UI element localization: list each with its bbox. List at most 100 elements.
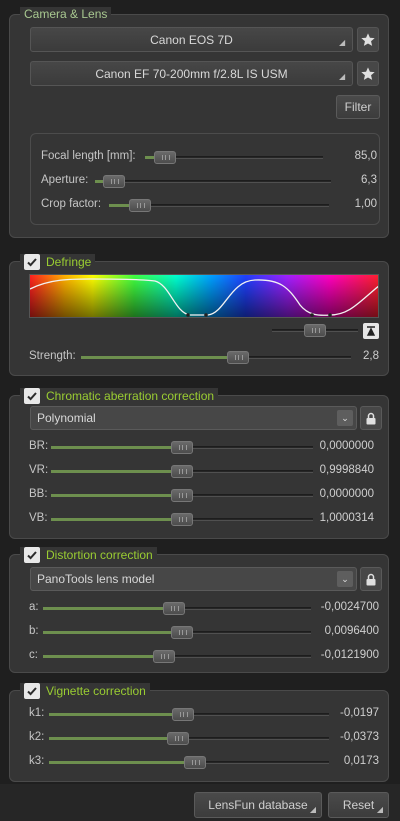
chromatic-panel: Chromatic aberration correction Polynomi… bbox=[9, 388, 389, 539]
lensfun-database-label: LensFun database bbox=[208, 798, 308, 812]
defringe-reset-icon[interactable] bbox=[363, 323, 379, 339]
vig-k3-slider[interactable] bbox=[49, 756, 329, 769]
defringe-threshold-slider[interactable] bbox=[272, 324, 358, 337]
focal-length-row: Focal length [mm]: 85,0 bbox=[41, 147, 377, 167]
ca-bb-slider[interactable] bbox=[51, 489, 313, 502]
dist-b-label: b: bbox=[29, 625, 39, 637]
dist-c-slider-thumb[interactable] bbox=[152, 650, 175, 663]
vig-k1-label: k1: bbox=[29, 707, 45, 719]
camera-lens-title-text: Camera & Lens bbox=[24, 7, 108, 21]
chromatic-checkbox[interactable] bbox=[24, 388, 40, 404]
strength-fill bbox=[81, 356, 227, 359]
distortion-model-select[interactable]: PanoTools lens model ⌄ bbox=[30, 567, 357, 591]
aperture-slider-thumb[interactable] bbox=[102, 175, 125, 188]
ca-br-slider[interactable] bbox=[51, 441, 313, 454]
vig-k3-fill bbox=[49, 761, 184, 764]
chromatic-model-value: Polynomial bbox=[37, 411, 96, 425]
distortion-checkbox[interactable] bbox=[24, 547, 40, 563]
lens-select-value: Canon EF 70-200mm f/2.8L IS USM bbox=[95, 66, 288, 81]
camera-favorite-star-icon[interactable] bbox=[357, 27, 379, 52]
camera-select-value: Canon EOS 7D bbox=[150, 32, 233, 47]
crop-factor-row: Crop factor: 1,00 bbox=[41, 195, 377, 215]
lensfun-database-button[interactable]: LensFun database ◢ bbox=[194, 792, 322, 818]
dist-b-slider-thumb[interactable] bbox=[171, 626, 194, 639]
reset-arrow-icon: ◢ bbox=[376, 805, 383, 814]
lens-params-box: Focal length [mm]: 85,0 Aperture: 6,3 Cr… bbox=[30, 133, 380, 225]
vig-k1-value: -0,0197 bbox=[339, 707, 379, 719]
dist-a-fill bbox=[43, 607, 164, 610]
footer-bar: LensFun database ◢ Reset ◢ bbox=[0, 784, 400, 821]
reset-label: Reset bbox=[342, 798, 375, 812]
ca-vb-slider-thumb[interactable] bbox=[171, 513, 193, 526]
ca-bb-row: BB: 0,0000000 bbox=[29, 485, 374, 505]
focal-length-label: Focal length [mm]: bbox=[41, 150, 136, 162]
defringe-checkbox[interactable] bbox=[24, 254, 40, 270]
vig-k2-slider[interactable] bbox=[49, 732, 329, 745]
aperture-slider[interactable] bbox=[95, 175, 331, 188]
aperture-fill bbox=[95, 180, 103, 183]
dist-c-fill bbox=[43, 655, 153, 658]
focal-length-slider-thumb[interactable] bbox=[153, 151, 176, 164]
defringe-panel: Defringe Strength: 2,8 bbox=[9, 254, 389, 376]
vig-k2-label: k2: bbox=[29, 731, 45, 743]
ca-vr-fill bbox=[51, 470, 171, 473]
dist-a-slider[interactable] bbox=[43, 602, 311, 615]
check-icon bbox=[27, 392, 37, 401]
ca-vr-label: VR: bbox=[29, 464, 49, 476]
crop-factor-slider[interactable] bbox=[109, 199, 329, 212]
ca-vb-value: 1,0000314 bbox=[319, 512, 374, 524]
vignette-title-text: Vignette correction bbox=[46, 684, 146, 698]
filter-button[interactable]: Filter bbox=[336, 95, 380, 119]
dist-c-value: -0,0121900 bbox=[320, 649, 379, 661]
ca-vr-slider[interactable] bbox=[51, 465, 313, 478]
crop-factor-slider-thumb[interactable] bbox=[128, 199, 151, 212]
vig-k1-slider[interactable] bbox=[49, 708, 329, 721]
vig-k2-row: k2: -0,0373 bbox=[29, 728, 379, 748]
ca-vb-slider[interactable] bbox=[51, 513, 313, 526]
vig-k3-label: k3: bbox=[29, 755, 45, 767]
vig-k3-slider-thumb[interactable] bbox=[183, 756, 206, 769]
strength-slider-thumb[interactable] bbox=[226, 351, 249, 364]
dist-c-row: c: -0,0121900 bbox=[29, 646, 379, 666]
ca-br-value: 0,0000000 bbox=[319, 440, 374, 452]
ca-vr-slider-thumb[interactable] bbox=[171, 465, 193, 478]
lens-select[interactable]: Canon EF 70-200mm f/2.8L IS USM ◢ bbox=[30, 61, 353, 86]
distortion-panel: Distortion correction PanoTools lens mod… bbox=[9, 547, 389, 673]
dist-b-slider[interactable] bbox=[43, 626, 311, 639]
ca-bb-value: 0,0000000 bbox=[319, 488, 374, 500]
camera-select[interactable]: Canon EOS 7D ◢ bbox=[30, 27, 353, 52]
strength-label: Strength: bbox=[29, 350, 76, 362]
dist-a-slider-thumb[interactable] bbox=[163, 602, 186, 615]
vig-k2-slider-thumb[interactable] bbox=[166, 732, 189, 745]
dist-c-slider[interactable] bbox=[43, 650, 311, 663]
aperture-label: Aperture: bbox=[41, 174, 89, 186]
vig-k1-row: k1: -0,0197 bbox=[29, 704, 379, 724]
focal-length-fill bbox=[145, 156, 154, 159]
defringe-threshold-thumb[interactable] bbox=[304, 324, 326, 337]
focal-length-value: 85,0 bbox=[354, 150, 377, 162]
ca-bb-label: BB: bbox=[29, 488, 48, 500]
ca-bb-slider-thumb[interactable] bbox=[171, 489, 193, 502]
vig-k3-row: k3: 0,0173 bbox=[29, 752, 379, 772]
ca-vr-value: 0,9998840 bbox=[319, 464, 374, 476]
reset-button[interactable]: Reset ◢ bbox=[328, 792, 389, 818]
chromatic-model-select[interactable]: Polynomial ⌄ bbox=[30, 406, 357, 430]
ca-vb-fill bbox=[51, 518, 171, 521]
chromatic-lock-icon[interactable] bbox=[360, 406, 382, 430]
ca-br-slider-thumb[interactable] bbox=[171, 441, 193, 454]
vignette-checkbox[interactable] bbox=[24, 683, 40, 699]
vig-k1-slider-thumb[interactable] bbox=[172, 708, 195, 721]
vignette-title: Vignette correction bbox=[20, 683, 150, 699]
defringe-hue-curve[interactable] bbox=[29, 274, 379, 318]
strength-row: Strength: 2,8 bbox=[29, 347, 379, 367]
crop-factor-value: 1,00 bbox=[354, 198, 377, 210]
aperture-value: 6,3 bbox=[361, 174, 377, 186]
distortion-title-text: Distortion correction bbox=[46, 548, 153, 562]
focal-length-slider[interactable] bbox=[145, 151, 323, 164]
ca-br-row: BR: 0,0000000 bbox=[29, 437, 374, 457]
strength-slider[interactable] bbox=[81, 351, 351, 364]
lens-favorite-star-icon[interactable] bbox=[357, 61, 379, 86]
aperture-row: Aperture: 6,3 bbox=[41, 171, 377, 191]
defringe-title: Defringe bbox=[20, 254, 96, 270]
distortion-lock-icon[interactable] bbox=[360, 567, 382, 591]
